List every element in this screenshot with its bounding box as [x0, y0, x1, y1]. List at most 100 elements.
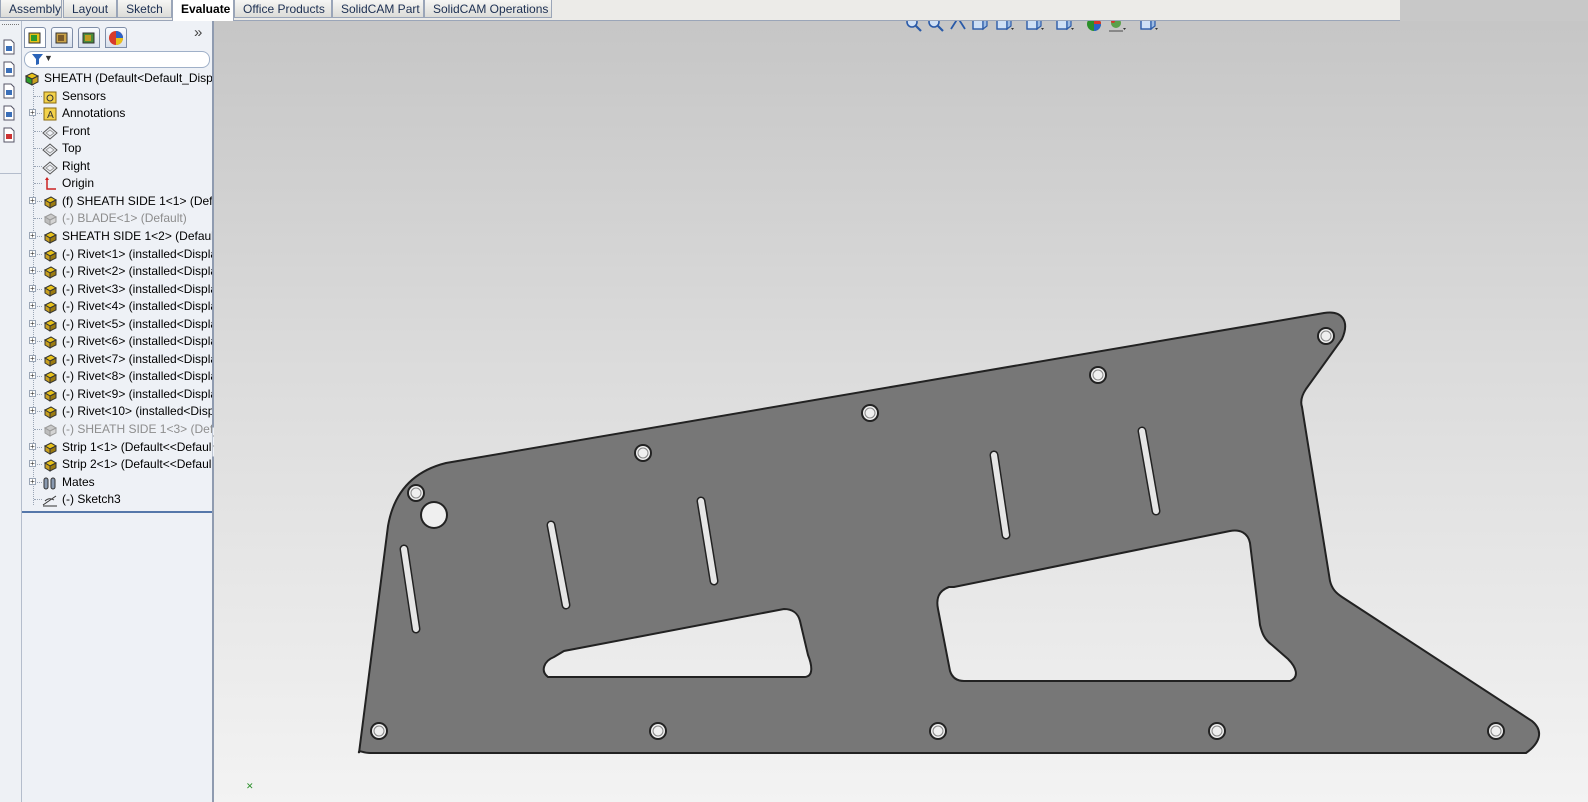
tree-branch-line: [34, 148, 42, 150]
tree-item[interactable]: + (-) Rivet<8> (installed<Displa: [22, 368, 212, 385]
tree-item[interactable]: (-) SHEATH SIDE 1<3> (Defa: [22, 421, 212, 438]
tree-item[interactable]: + (-) Rivet<7> (installed<Displa: [22, 351, 212, 368]
tab-solidcam-part[interactable]: SolidCAM Part: [332, 0, 424, 18]
tab-layout[interactable]: Layout: [63, 0, 117, 18]
tree-item-label: Front: [62, 123, 91, 138]
tree-item-label: SHEATH (Default<Default_Displ: [44, 71, 212, 85]
part-icon: [43, 248, 58, 262]
tree-item[interactable]: + SHEATH SIDE 1<2> (Default<: [22, 228, 212, 245]
expand-toggle-icon[interactable]: +: [29, 407, 36, 415]
tree-branch-line: [34, 429, 42, 430]
tree-item-label: (-) Rivet<6> (installed<Displa: [62, 334, 212, 349]
tree-item[interactable]: + Strip 1<1> (Default<<Defaul: [22, 439, 212, 456]
tree-item-label: (-) Rivet<1> (installed<Displa: [62, 246, 212, 261]
display-manager-icon[interactable]: [105, 27, 127, 48]
tree-item[interactable]: Origin: [22, 175, 212, 192]
tree-item[interactable]: + (-) Rivet<2> (installed<Displa: [22, 263, 212, 280]
tree-item[interactable]: + (-) Rivet<4> (installed<Displa: [22, 298, 212, 315]
expand-toggle-icon[interactable]: +: [29, 196, 36, 204]
expand-toggle-icon[interactable]: +: [29, 249, 36, 257]
tab-office-products[interactable]: Office Products: [234, 0, 332, 18]
tree-rollback-bar[interactable]: [22, 511, 212, 513]
expand-toggle-icon[interactable]: +: [29, 337, 36, 345]
tree-item-label: Strip 2<1> (Default<<Defaul: [62, 457, 212, 472]
tree-item-label: (-) Rivet<3> (installed<Displa: [62, 281, 212, 296]
expand-toggle-icon[interactable]: +: [29, 231, 36, 239]
expand-toggle-icon[interactable]: +: [29, 477, 36, 485]
expand-toggle-icon[interactable]: +: [29, 372, 36, 380]
tree-item[interactable]: + (-) Rivet<9> (installed<Displa: [22, 386, 212, 403]
tab-sketch[interactable]: Sketch: [117, 0, 172, 18]
tree-item[interactable]: Sensors: [22, 88, 212, 105]
properties-icon[interactable]: [1, 105, 17, 121]
tree-item[interactable]: + (-) Rivet<6> (installed<Displa: [22, 333, 212, 350]
expand-toggle-icon[interactable]: +: [29, 267, 36, 275]
annotations-icon: A: [43, 107, 57, 121]
save-icon[interactable]: [1, 83, 17, 99]
tree-item[interactable]: Right: [22, 158, 212, 175]
tree-item-label: SHEATH SIDE 1<2> (Default<: [62, 228, 212, 243]
tree-branch-line: [34, 130, 42, 132]
tree-item[interactable]: Top: [22, 140, 212, 157]
tree-item[interactable]: + (-) Rivet<5> (installed<Displa: [22, 316, 212, 333]
expand-toggle-icon[interactable]: +: [29, 109, 36, 117]
tree-item-label: (-) BLADE<1> (Default): [62, 211, 187, 226]
part-icon: [43, 424, 58, 437]
tree-item[interactable]: + (-) Rivet<3> (installed<Displa: [22, 281, 212, 298]
tree-item[interactable]: + Mates: [22, 474, 212, 491]
part-icon: [43, 336, 58, 350]
funnel-icon[interactable]: [32, 54, 43, 65]
tree-item[interactable]: + Strip 2<1> (Default<<Defaul: [22, 456, 212, 473]
tree-root-item[interactable]: SHEATH (Default<Default_Displ: [22, 70, 212, 87]
plane-icon: [42, 161, 58, 175]
property-manager-icon[interactable]: [51, 27, 73, 48]
configuration-manager-icon[interactable]: [78, 27, 100, 48]
expand-toggle-icon[interactable]: +: [29, 389, 36, 397]
feature-tree-icon[interactable]: [24, 27, 46, 48]
plane-icon: [42, 125, 58, 140]
tree-item[interactable]: (-) BLADE<1> (Default): [22, 210, 212, 227]
tree-item-label: (-) Rivet<5> (installed<Displa: [62, 316, 212, 331]
tab-assembly[interactable]: Assembly: [0, 0, 62, 18]
tab-evaluate[interactable]: Evaluate: [172, 0, 234, 21]
tab-solidcam-operations[interactable]: SolidCAM Operations: [424, 0, 552, 18]
filter-field[interactable]: ▼: [24, 51, 210, 68]
close-document-icon[interactable]: [1, 127, 17, 143]
expand-panel-button[interactable]: »: [194, 24, 208, 42]
part-icon: [43, 354, 58, 367]
new-document-icon[interactable]: [1, 39, 17, 55]
part-icon: [43, 441, 58, 455]
tree-item[interactable]: + (-) Rivet<1> (installed<Displa: [22, 246, 212, 263]
filter-dropdown-icon[interactable]: ▼: [44, 53, 53, 63]
tree-item[interactable]: + (-) Rivet<10> (installed<Disp: [22, 403, 212, 420]
open-document-icon[interactable]: [1, 61, 17, 77]
tree-item-label: (-) SHEATH SIDE 1<3> (Defa: [62, 422, 212, 436]
expand-toggle-icon[interactable]: +: [29, 302, 36, 310]
expand-toggle-icon[interactable]: +: [29, 354, 36, 362]
part-icon: [43, 459, 58, 472]
tree-branch-line: [34, 218, 42, 220]
expand-toggle-icon[interactable]: +: [29, 319, 36, 327]
sheath-plate-body[interactable]: [357, 311, 1541, 754]
tree-item-label: Strip 1<1> (Default<<Defaul: [62, 439, 212, 454]
expand-toggle-icon[interactable]: +: [29, 460, 36, 468]
feature-tree: SHEATH (Default<Default_Displ Sensors + A An…: [22, 70, 212, 515]
tree-item[interactable]: (-) Sketch3: [22, 491, 212, 508]
strip-grip[interactable]: [2, 24, 19, 28]
tree-item[interactable]: + A Annotations: [22, 105, 212, 122]
expand-toggle-icon[interactable]: +: [29, 284, 36, 292]
tree-branch-line: [34, 183, 42, 185]
tree-item-label: (-) Rivet<4> (installed<Displa: [62, 299, 212, 314]
tree-item-label: Origin: [62, 176, 95, 191]
graphics-viewport[interactable]: ✕: [214, 21, 1588, 802]
sheath-part-model[interactable]: [214, 21, 1588, 802]
tree-branch-line: [34, 499, 42, 501]
expand-toggle-icon[interactable]: +: [29, 442, 36, 450]
tree-item-label: Right: [62, 158, 91, 173]
tree-item[interactable]: + (f) SHEATH SIDE 1<1> (Defau: [22, 193, 212, 210]
tree-item-label: (-) Rivet<8> (installed<Displa: [62, 369, 212, 384]
part-icon: [43, 266, 58, 279]
svg-text:A: A: [47, 110, 54, 121]
rivet-hole[interactable]: [422, 503, 446, 527]
tree-item[interactable]: Front: [22, 123, 212, 140]
